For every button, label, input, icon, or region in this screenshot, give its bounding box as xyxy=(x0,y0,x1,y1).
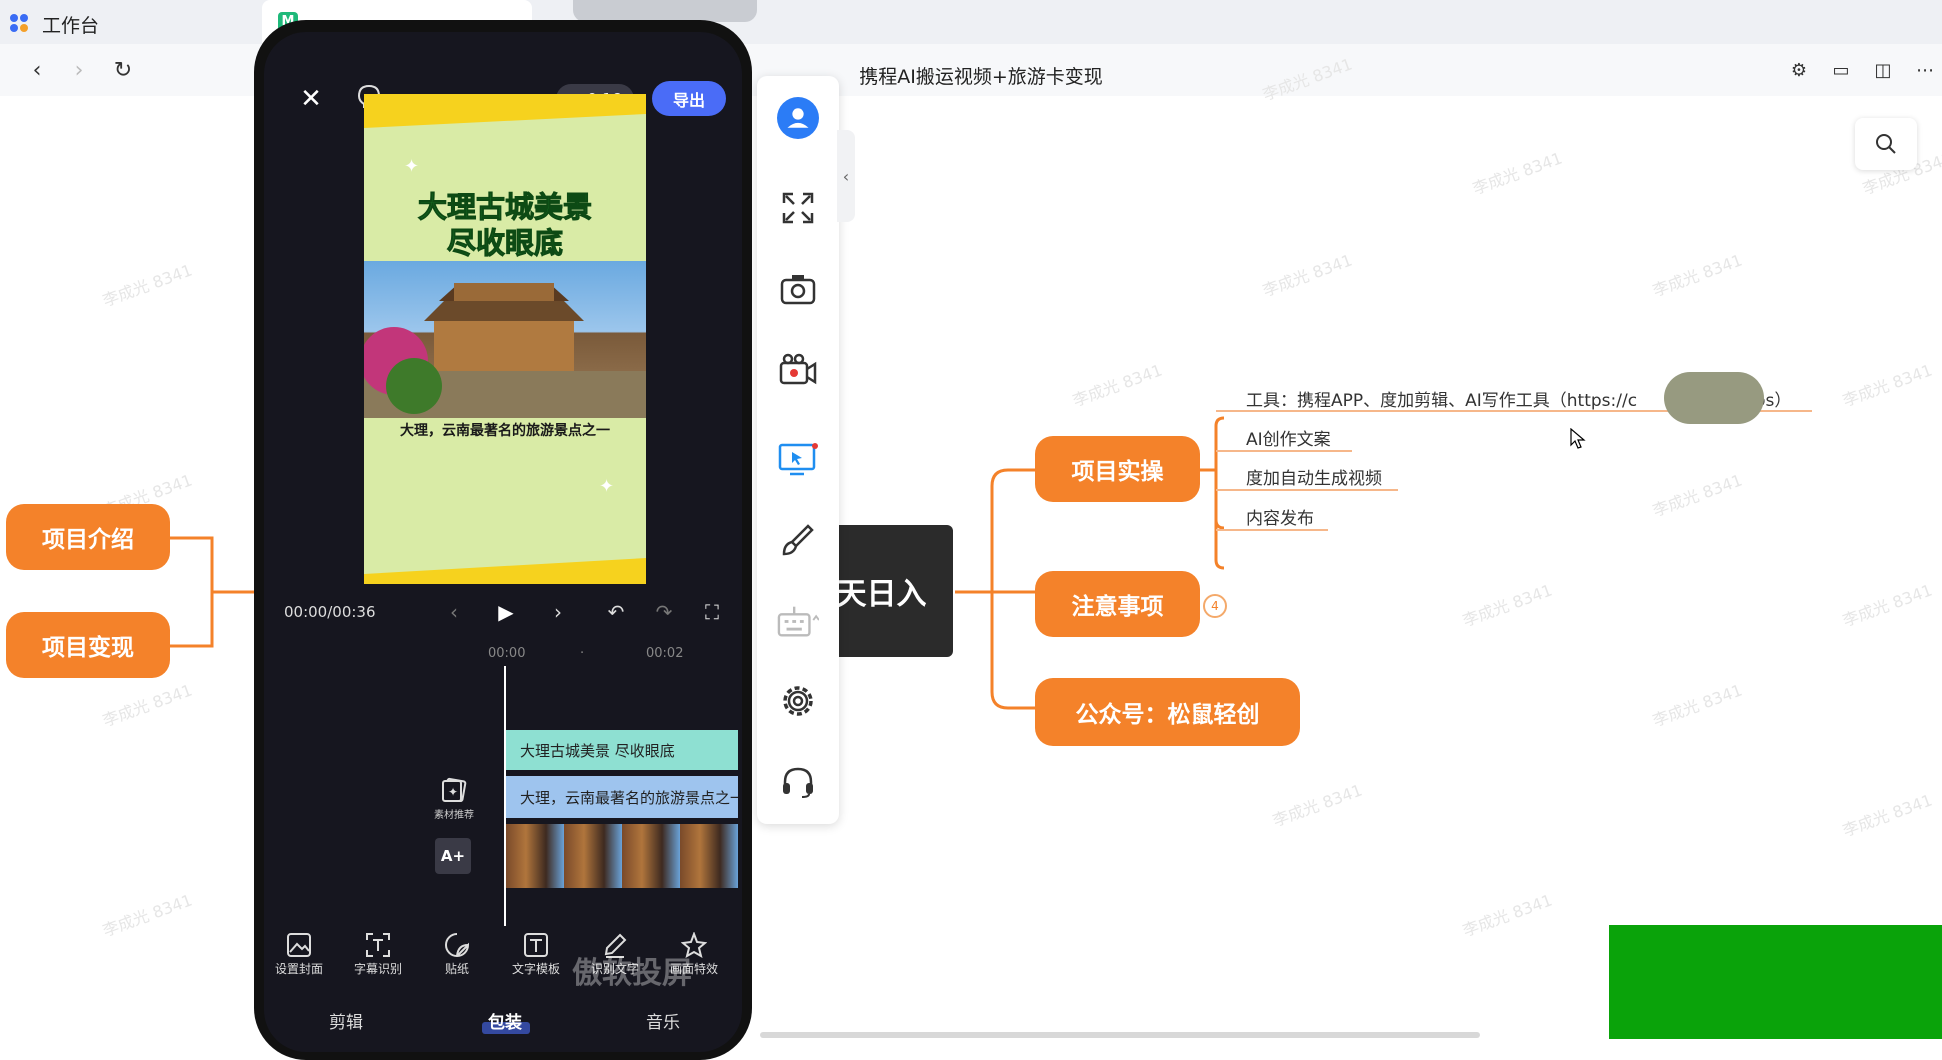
workspace-title[interactable]: 工作台 xyxy=(42,11,99,38)
video-photo xyxy=(364,261,646,418)
play-icon[interactable]: ▶ xyxy=(494,600,518,624)
text-template-icon xyxy=(524,933,548,957)
child-publish[interactable]: 内容发布 xyxy=(1246,504,1314,529)
mirror-tool-sidebar xyxy=(757,76,839,824)
image-icon xyxy=(287,933,311,957)
video-caption: 大理，云南最著名的旅游景点之一 xyxy=(400,423,610,439)
add-text-button[interactable]: A+ xyxy=(435,838,471,874)
tab-package[interactable]: 包装 xyxy=(488,1008,522,1033)
split-window-icon[interactable]: ◫ xyxy=(1870,58,1896,84)
tab-edit[interactable]: 剪辑 xyxy=(329,1008,363,1033)
export-button[interactable]: 导出 xyxy=(652,81,726,116)
gear-icon xyxy=(783,686,813,716)
mirroring-app-watermark: 傲软投屏 xyxy=(572,956,692,991)
more-icon[interactable]: ⋯ xyxy=(1912,58,1938,84)
node-notes[interactable]: 注意事项 xyxy=(1035,571,1200,637)
svg-text:✦: ✦ xyxy=(404,156,419,177)
tool-label: 字幕识别 xyxy=(353,962,402,976)
svg-text:✦: ✦ xyxy=(448,785,458,799)
collapsed-count-badge[interactable]: 4 xyxy=(1203,594,1227,618)
camera-icon xyxy=(780,275,816,305)
fullscreen-button[interactable] xyxy=(777,187,819,229)
record-button[interactable] xyxy=(777,348,819,390)
keyboard-button[interactable] xyxy=(777,600,819,642)
avatar-icon xyxy=(777,97,819,139)
search-button[interactable] xyxy=(1855,118,1917,170)
redacted-blob xyxy=(1664,372,1764,424)
floating-window-controls[interactable] xyxy=(573,0,757,22)
sidebar-collapse-handle[interactable]: ‹ xyxy=(837,130,855,222)
tool-label: 文字模板 xyxy=(511,962,560,976)
material-recommend-label: 素材推荐 xyxy=(434,810,474,821)
horizontal-scrollbar[interactable] xyxy=(760,1032,1480,1038)
child-underline xyxy=(1216,450,1352,452)
child-ai-copy[interactable]: AI创作文案 xyxy=(1246,425,1331,450)
control-mode-button[interactable] xyxy=(777,439,819,481)
video-clip-track[interactable] xyxy=(506,824,738,888)
expand-icon xyxy=(782,192,814,224)
playback-time: 00:00/00:36 xyxy=(284,603,376,621)
fullscreen-icon[interactable]: ⛶ xyxy=(700,600,724,624)
child-auto-video[interactable]: 度加自动生成视频 xyxy=(1246,464,1382,489)
ruler-mark-2: 00:02 xyxy=(646,646,684,661)
text-clip-headline[interactable]: 大理古城美景 尽收眼底 xyxy=(506,730,738,770)
next-frame-icon[interactable]: › xyxy=(546,600,570,624)
video-camera-icon xyxy=(779,353,817,385)
tool-subtitle-recognition[interactable]: 字幕识别 xyxy=(343,930,413,977)
draw-button[interactable] xyxy=(777,519,819,561)
video-preview[interactable]: ✦ ✦ 大理古城美景 尽收眼底 大理，云南最著名的旅游景点之一 xyxy=(364,94,646,584)
svg-text:✦: ✦ xyxy=(599,476,614,497)
ruler-dot: · xyxy=(580,646,585,661)
tool-label: 贴纸 xyxy=(444,962,469,976)
screenshot-button[interactable] xyxy=(777,268,819,310)
video-headline-line2: 尽收眼底 xyxy=(446,226,563,261)
redo-icon[interactable]: ↷ xyxy=(652,600,676,624)
keyboard-icon xyxy=(777,606,819,637)
tab-music[interactable]: 音乐 xyxy=(646,1008,680,1033)
node-official-account[interactable]: 公众号：松鼠轻创 xyxy=(1035,678,1300,746)
material-card-icon: ✦ xyxy=(442,777,467,803)
child-underline xyxy=(1216,529,1328,531)
profile-button[interactable] xyxy=(777,97,819,139)
tool-text-template[interactable]: 文字模板 xyxy=(501,930,571,977)
tool-sticker[interactable]: 贴纸 xyxy=(422,930,492,977)
tool-label: 设置封面 xyxy=(274,962,323,976)
screen-pointer-icon xyxy=(778,443,818,476)
tool-set-cover[interactable]: 设置封面 xyxy=(264,930,334,977)
child-underline xyxy=(1216,489,1398,491)
node-project-intro[interactable]: 项目介绍 xyxy=(6,504,170,570)
brush-icon xyxy=(782,524,814,556)
ruler-mark-0: 00:00 xyxy=(488,646,526,661)
text-clip-caption[interactable]: 大理，云南最著名的旅游景点之一 xyxy=(506,776,738,818)
settings-button[interactable] xyxy=(777,680,819,722)
node-project-practice[interactable]: 项目实操 xyxy=(1035,436,1200,502)
node-project-monetize[interactable]: 项目变现 xyxy=(6,612,170,678)
support-button[interactable] xyxy=(777,761,819,803)
workspace-grid-icon[interactable] xyxy=(9,13,29,33)
robot-icon[interactable]: ⚙ xyxy=(1786,58,1812,84)
close-icon[interactable]: ✕ xyxy=(296,84,326,114)
subtitle-icon xyxy=(366,933,390,957)
mouse-cursor-icon xyxy=(1570,427,1586,454)
sticker-icon xyxy=(445,933,470,957)
window-icon[interactable]: ▭ xyxy=(1828,58,1854,84)
headset-icon xyxy=(783,767,813,798)
prev-frame-icon[interactable]: ‹ xyxy=(442,600,466,624)
search-icon xyxy=(1876,134,1896,154)
material-recommend-button[interactable]: ✦ 素材推荐 xyxy=(432,776,476,821)
green-overlay-block xyxy=(1609,925,1942,1039)
undo-icon[interactable]: ↶ xyxy=(604,600,628,624)
